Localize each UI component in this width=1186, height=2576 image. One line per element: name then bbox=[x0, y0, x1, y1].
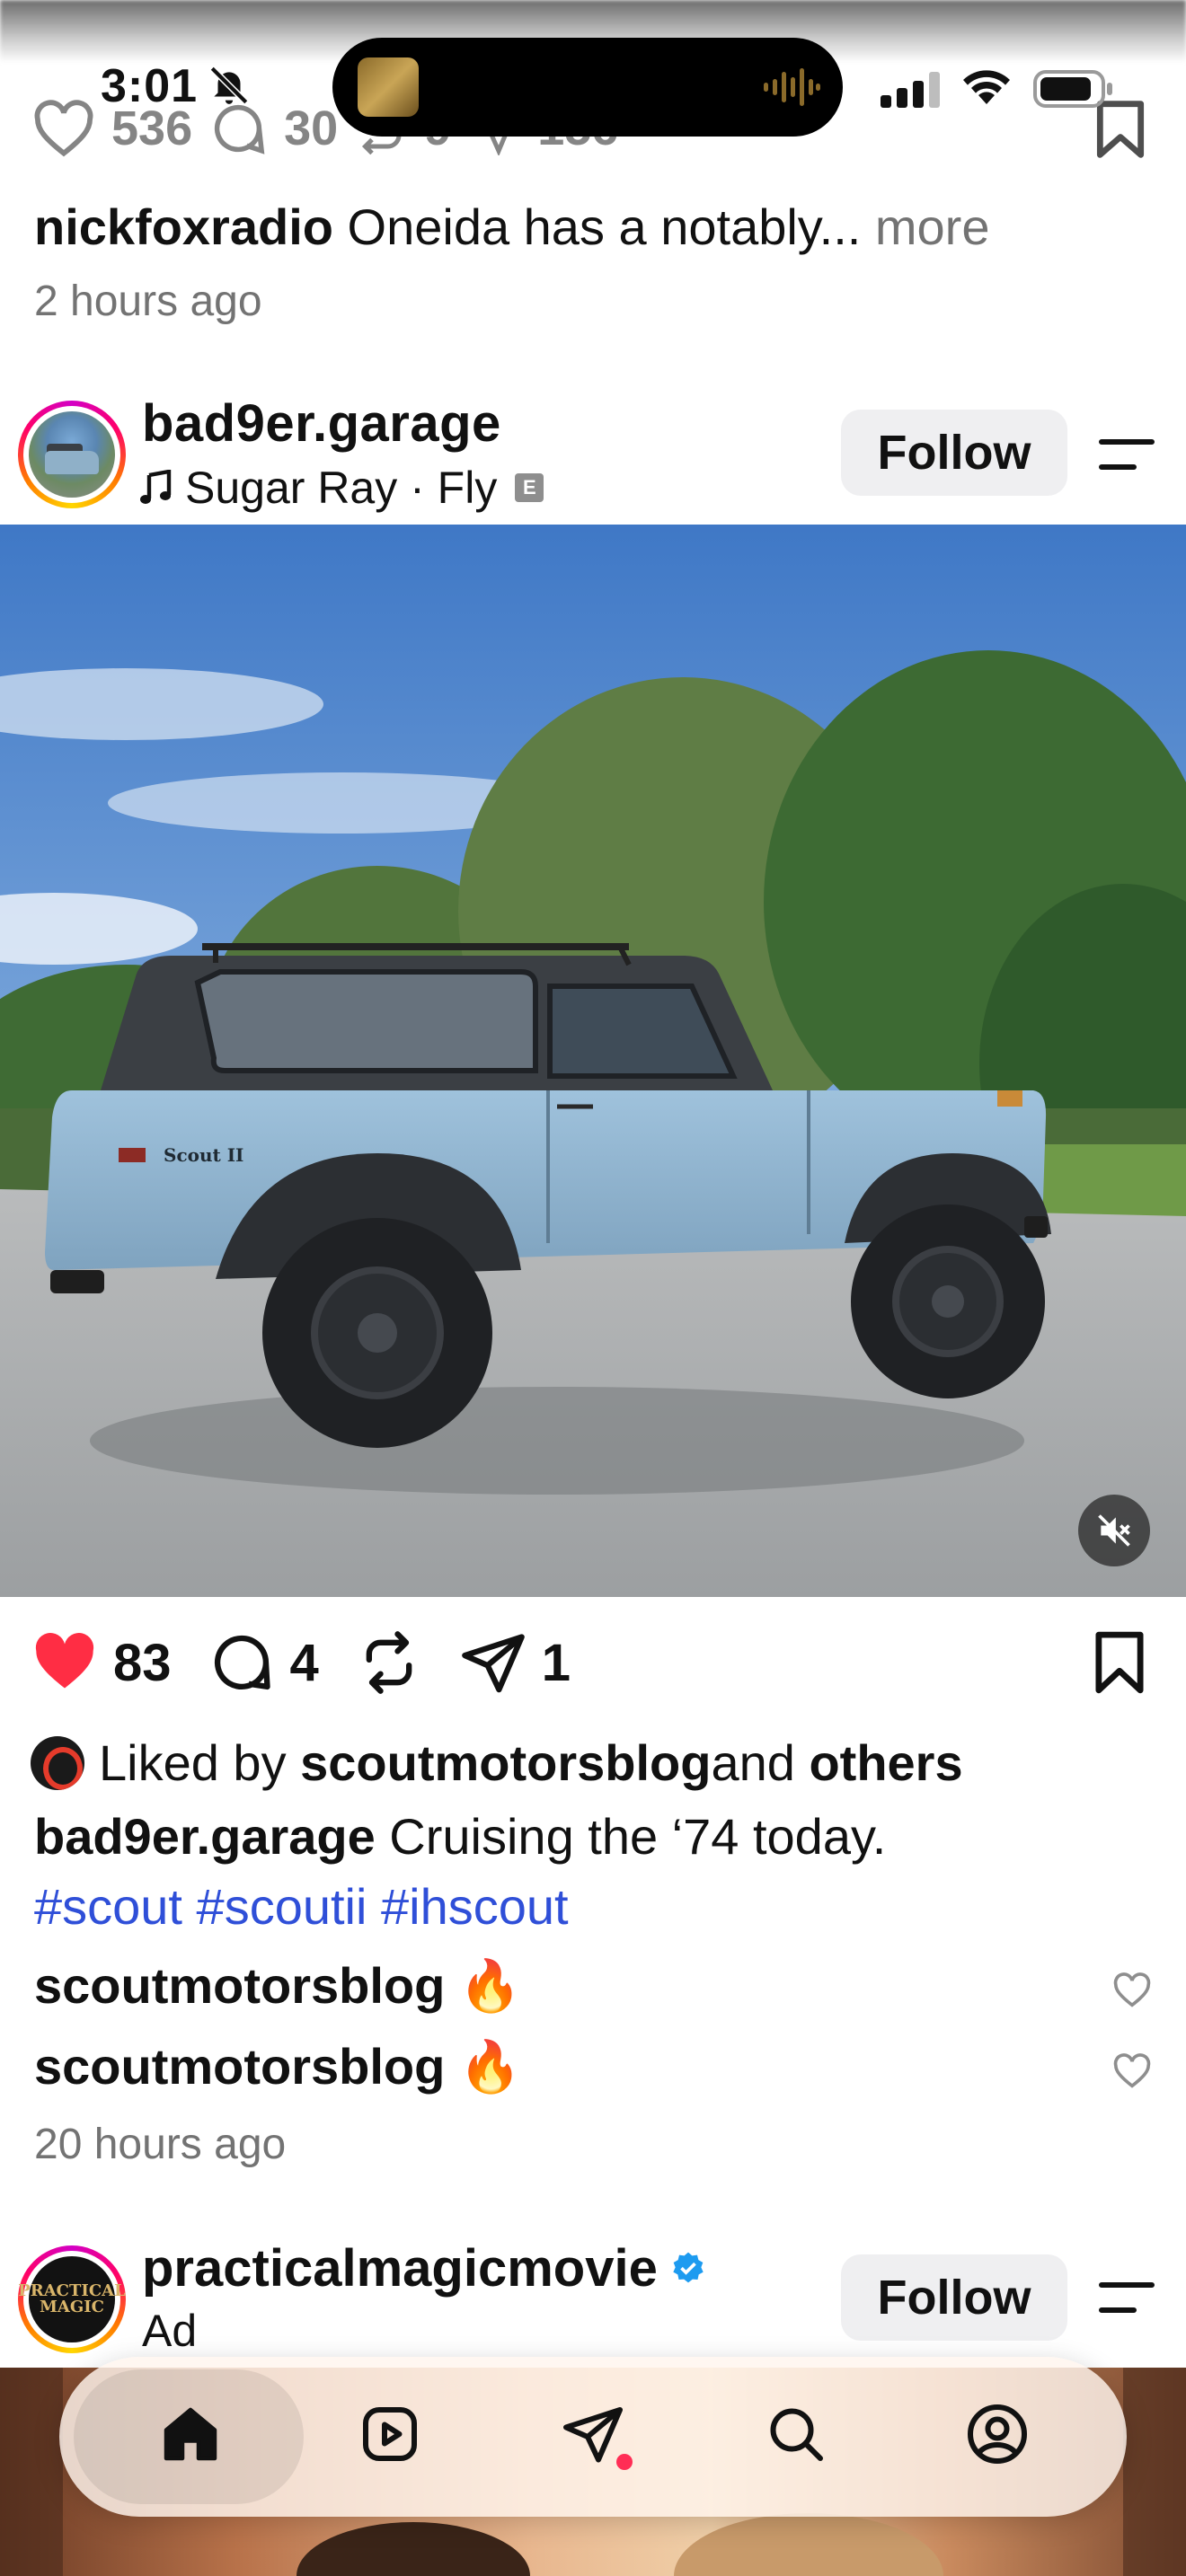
explicit-badge: E bbox=[515, 473, 544, 502]
liked-by-user[interactable]: scoutmotorsblog bbox=[300, 1734, 711, 1792]
repost-group bbox=[355, 1628, 423, 1697]
menu-icon[interactable] bbox=[1098, 435, 1155, 474]
audio-waveform-icon bbox=[764, 68, 820, 106]
post-action-row: 83 4 1 bbox=[31, 1626, 606, 1699]
follow-button[interactable]: Follow bbox=[841, 410, 1067, 496]
previous-post-caption: nickfoxradio Oneida has a notably... mor… bbox=[34, 196, 989, 259]
menu-icon[interactable] bbox=[1098, 2278, 1155, 2317]
music-attribution[interactable]: Sugar Ray · Fly E bbox=[140, 462, 544, 514]
repost-icon[interactable] bbox=[355, 1628, 423, 1697]
wifi-icon bbox=[963, 70, 1010, 104]
more-link[interactable]: more bbox=[861, 198, 990, 255]
cellular-signal-icon bbox=[881, 72, 940, 108]
previous-post-caption-text: Oneida has a notably... bbox=[332, 198, 862, 255]
avatar[interactable] bbox=[18, 401, 126, 508]
comment-text: 🔥 bbox=[445, 1957, 522, 2014]
reels-icon bbox=[363, 2407, 417, 2461]
bookmark-icon[interactable] bbox=[1094, 99, 1146, 160]
comment: scoutmotorsblog 🔥 bbox=[34, 1956, 522, 2016]
comment-like-icon[interactable] bbox=[1112, 2053, 1152, 2089]
like-icon[interactable] bbox=[32, 100, 95, 157]
bell-slash-icon bbox=[209, 66, 249, 105]
tab-profile[interactable] bbox=[961, 2398, 1033, 2470]
comment-username[interactable]: scoutmotorsblog bbox=[34, 2038, 445, 2095]
post-caption: bad9er.garage Cruising the ‘74 today. bbox=[34, 1807, 886, 1866]
now-playing-artwork[interactable] bbox=[358, 57, 419, 117]
comment-like-icon[interactable] bbox=[1112, 1972, 1152, 2008]
tab-reels[interactable] bbox=[354, 2398, 426, 2470]
direct-messages-icon bbox=[563, 2407, 623, 2463]
share-icon[interactable] bbox=[459, 1628, 527, 1697]
notification-dot bbox=[616, 2454, 633, 2470]
previous-post-username[interactable]: nickfoxradio bbox=[34, 198, 333, 255]
home-icon bbox=[164, 2407, 217, 2461]
comment-text: 🔥 bbox=[445, 2038, 522, 2095]
previous-comment-count: 30 bbox=[284, 101, 339, 155]
music-note-icon bbox=[140, 470, 172, 504]
status-time: 3:01 bbox=[101, 60, 199, 112]
battery-icon bbox=[1033, 70, 1112, 108]
next-post-username[interactable]: practicalmagicmovie bbox=[142, 2238, 658, 2298]
liker-avatar[interactable] bbox=[31, 1735, 84, 1790]
post-timestamp: 20 hours ago bbox=[34, 2121, 287, 2168]
liked-by-others[interactable]: others bbox=[809, 1734, 962, 1792]
follow-button[interactable]: Follow bbox=[841, 2254, 1067, 2341]
like-count[interactable]: 83 bbox=[113, 1633, 172, 1693]
sponsored-label: Ad bbox=[142, 2306, 198, 2356]
tab-home[interactable] bbox=[155, 2398, 226, 2470]
previous-post-timestamp: 2 hours ago bbox=[34, 278, 262, 325]
liked-by-prefix: Liked by bbox=[99, 1734, 287, 1791]
tab-search[interactable] bbox=[760, 2398, 832, 2470]
scout-truck-photo bbox=[0, 525, 1186, 1597]
post-image[interactable]: Scout II bbox=[0, 525, 1186, 1597]
profile-icon bbox=[968, 2404, 1027, 2464]
comment-icon[interactable] bbox=[208, 1628, 276, 1697]
tab-direct-messages[interactable] bbox=[557, 2398, 633, 2470]
mute-button[interactable] bbox=[1078, 1495, 1150, 1566]
caption-text: Cruising the ‘74 today. bbox=[375, 1808, 887, 1865]
comment-username[interactable]: scoutmotorsblog bbox=[34, 1957, 445, 2014]
post-hashtags[interactable]: #scout #scoutii #ihscout bbox=[34, 1877, 569, 1936]
speaker-muted-icon bbox=[1098, 1514, 1130, 1547]
liked-by-row[interactable]: Liked by scoutmotorsblog and others bbox=[31, 1734, 963, 1792]
comment: scoutmotorsblog 🔥 bbox=[34, 2037, 522, 2096]
comment-count[interactable]: 4 bbox=[290, 1633, 319, 1693]
music-label: Sugar Ray · Fly bbox=[185, 463, 498, 513]
like-group: 83 bbox=[31, 1628, 172, 1697]
next-post-avatar-logo: PRACTICAL MAGIC bbox=[18, 2256, 126, 2342]
search-icon bbox=[770, 2408, 823, 2461]
vehicle-badge: Scout II bbox=[164, 1144, 244, 1166]
share-count[interactable]: 1 bbox=[542, 1633, 571, 1693]
next-post-username-row[interactable]: practicalmagicmovie bbox=[142, 2238, 706, 2298]
caption-username[interactable]: bad9er.garage bbox=[34, 1808, 376, 1865]
liked-by-and: and bbox=[711, 1734, 795, 1791]
next-post-avatar[interactable]: PRACTICAL MAGIC bbox=[18, 2245, 126, 2353]
like-icon[interactable] bbox=[31, 1628, 99, 1697]
share-group: 1 bbox=[459, 1628, 571, 1697]
post-username[interactable]: bad9er.garage bbox=[142, 393, 501, 454]
comment-group: 4 bbox=[208, 1628, 319, 1697]
verified-badge-icon bbox=[673, 2252, 704, 2282]
bookmark-icon[interactable] bbox=[1089, 1629, 1150, 1696]
